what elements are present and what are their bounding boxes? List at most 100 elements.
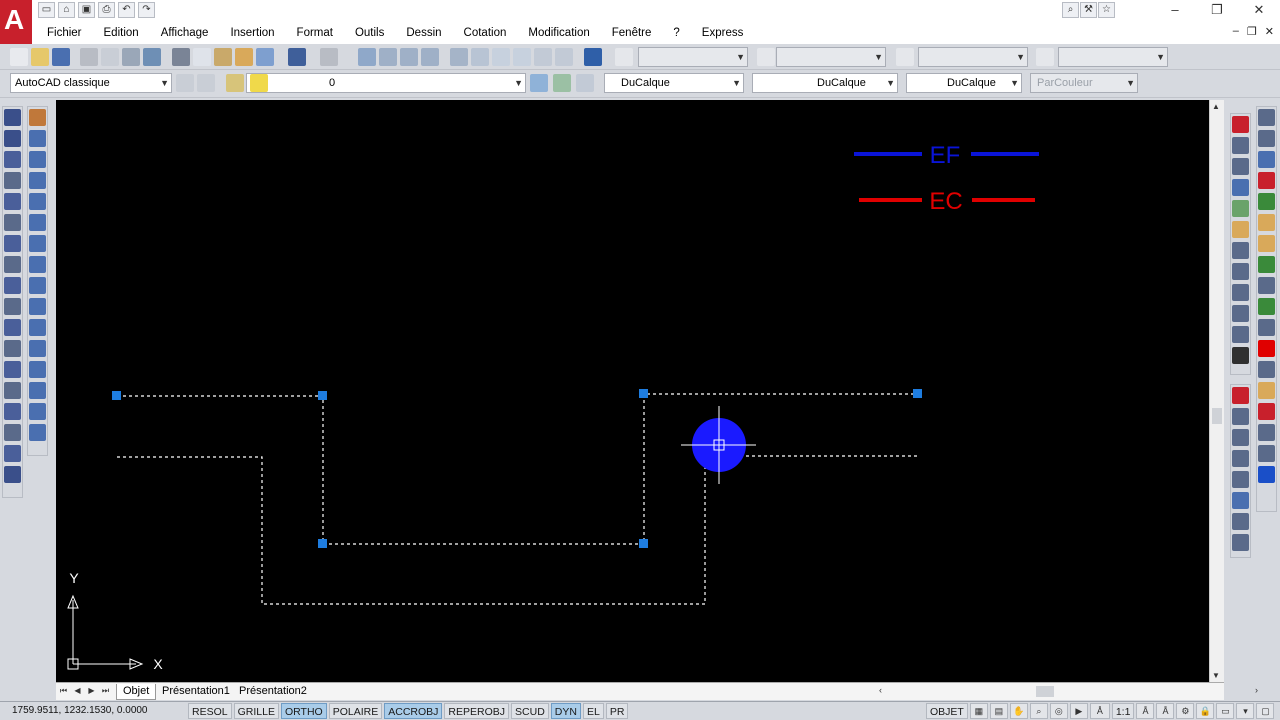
menu-item[interactable]: Dessin — [395, 24, 452, 42]
status-toggle-dyn[interactable]: DYN — [550, 703, 581, 719]
copy-icon[interactable] — [193, 48, 211, 66]
menu-item[interactable]: Express — [691, 24, 755, 42]
help-icon[interactable] — [584, 48, 602, 66]
draw-tool-icon[interactable] — [4, 298, 21, 315]
undo-icon[interactable]: ↶ — [118, 2, 135, 18]
view-tool-icon[interactable] — [1232, 137, 1249, 154]
modify-tool-icon[interactable] — [29, 382, 46, 399]
save-icon[interactable] — [52, 48, 70, 66]
save-icon[interactable]: ▣ — [78, 2, 95, 18]
zoom-icon[interactable]: ⌕ — [1029, 703, 1048, 719]
tab-objet[interactable]: Objet — [116, 684, 157, 700]
modify-tool-icon[interactable] — [29, 319, 46, 336]
workspace-select[interactable]: AutoCAD classique ▼ — [10, 73, 172, 93]
inquiry-tool-icon[interactable] — [1232, 450, 1249, 467]
view-tool-icon[interactable] — [1232, 305, 1249, 322]
tab-next-icon[interactable]: ▶ — [86, 685, 97, 697]
grips[interactable] — [112, 389, 922, 548]
3d-dwf-icon[interactable] — [143, 48, 161, 66]
search-icon[interactable]: ⌕ — [1062, 2, 1079, 18]
view-tool-icon[interactable] — [1232, 347, 1249, 364]
modify-tool-icon[interactable] — [29, 403, 46, 420]
design-center-icon[interactable] — [471, 48, 489, 66]
inquiry-tool-icon[interactable] — [1232, 429, 1249, 446]
color-select[interactable]: DuCalque ▼ — [604, 73, 744, 93]
coordinate-readout[interactable]: 1759.9511, 1232.1530, 0.0000 — [12, 705, 148, 716]
render-tool-icon[interactable] — [1258, 151, 1275, 168]
menu-item[interactable]: Edition — [93, 24, 150, 42]
render-tool-icon[interactable] — [1258, 235, 1275, 252]
dim-style-combo[interactable]: ▼ — [776, 47, 886, 67]
render-tool-icon[interactable] — [1258, 277, 1275, 294]
scroll-up-icon[interactable]: ▲ — [1212, 102, 1220, 111]
modify-tool-icon[interactable] — [29, 109, 46, 126]
view-tool-icon[interactable] — [1232, 284, 1249, 301]
pipe-polyline[interactable] — [117, 455, 918, 605]
grip[interactable] — [112, 391, 121, 400]
make-current-icon[interactable] — [530, 74, 548, 92]
render-tool-icon[interactable] — [1258, 130, 1275, 147]
tab-presentation1[interactable]: Présentation1 — [156, 684, 236, 700]
minimize-icon[interactable]: – — [1154, 0, 1196, 20]
redo-icon[interactable]: ↷ — [138, 2, 155, 18]
draw-tool-icon[interactable] — [4, 319, 21, 336]
view-tool-icon[interactable] — [1232, 263, 1249, 280]
draw-tool-icon[interactable] — [4, 193, 21, 210]
modify-tool-icon[interactable] — [29, 256, 46, 273]
clean-screen-icon[interactable]: ▢ — [1256, 703, 1275, 719]
zoom-realtime-icon[interactable] — [379, 48, 397, 66]
annotation-scale-icon[interactable]: Å — [1089, 703, 1110, 719]
modify-tool-icon[interactable] — [29, 277, 46, 294]
lineweight-select[interactable]: DuCalque ▼ — [906, 73, 1022, 93]
lock-icon[interactable]: 🔒 — [1196, 703, 1215, 719]
layer-match-icon[interactable] — [576, 74, 594, 92]
favorites-icon[interactable]: ☆ — [1098, 2, 1115, 18]
render-tool-icon[interactable] — [1258, 445, 1275, 462]
new-icon[interactable] — [10, 48, 28, 66]
redo-icon[interactable] — [320, 48, 338, 66]
grip[interactable] — [639, 389, 648, 398]
close-icon[interactable]: ✕ — [1238, 0, 1280, 20]
pan-icon[interactable]: ✋ — [1009, 703, 1028, 719]
table-style-combo[interactable]: ▼ — [918, 47, 1028, 67]
render-tool-icon[interactable] — [1258, 214, 1275, 231]
draw-tool-icon[interactable] — [4, 172, 21, 189]
modify-tool-icon[interactable] — [29, 235, 46, 252]
draw-tool-icon[interactable] — [4, 109, 21, 126]
view-tool-icon[interactable] — [1232, 221, 1249, 238]
workspace-settings-icon[interactable] — [176, 74, 194, 92]
layout-list-icon[interactable]: ▤ — [989, 703, 1008, 719]
doc-close-icon[interactable]: ✕ — [1265, 25, 1274, 38]
horizontal-scrollbar[interactable]: ‹ › — [876, 685, 1261, 698]
modify-tool-icon[interactable] — [29, 424, 46, 441]
doc-restore-icon[interactable]: ❐ — [1247, 25, 1257, 38]
layout-icon[interactable]: ▦ — [969, 703, 988, 719]
tab-presentation2[interactable]: Présentation2 — [233, 684, 313, 700]
grip[interactable] — [318, 539, 327, 548]
menu-item[interactable]: Fenêtre — [601, 24, 663, 42]
view-tool-icon[interactable] — [1232, 158, 1249, 175]
inquiry-tool-icon[interactable] — [1232, 513, 1249, 530]
publish-icon[interactable] — [122, 48, 140, 66]
render-tool-icon[interactable] — [1258, 466, 1275, 483]
plotstyle-select[interactable]: ParCouleur ▼ — [1030, 73, 1138, 93]
render-tool-icon[interactable] — [1258, 340, 1275, 357]
inquiry-tool-icon[interactable] — [1232, 408, 1249, 425]
showmotion-icon[interactable]: ▶ — [1069, 703, 1088, 719]
tab-first-icon[interactable]: ⏮ — [58, 685, 69, 697]
linetype-select[interactable]: DuCalque ▼ — [752, 73, 898, 93]
draw-tool-icon[interactable] — [4, 361, 21, 378]
inquiry-tool-icon[interactable] — [1232, 534, 1249, 551]
print-icon[interactable]: ⎙ — [98, 2, 115, 18]
app-logo[interactable]: A — [0, 0, 32, 44]
menu-item[interactable]: Affichage — [150, 24, 220, 42]
draw-tool-icon[interactable] — [4, 340, 21, 357]
zoom-previous-icon[interactable] — [421, 48, 439, 66]
menu-item[interactable]: Modification — [517, 24, 600, 42]
hscroll-thumb[interactable] — [1036, 686, 1054, 697]
communication-icon[interactable]: ⚒ — [1080, 2, 1097, 18]
mleader-style-icon[interactable] — [1036, 48, 1054, 66]
status-menu-icon[interactable]: ▾ — [1236, 703, 1255, 719]
hardware-acceleration-icon[interactable]: ▭ — [1216, 703, 1235, 719]
doc-minimize-icon[interactable]: – — [1233, 25, 1239, 38]
